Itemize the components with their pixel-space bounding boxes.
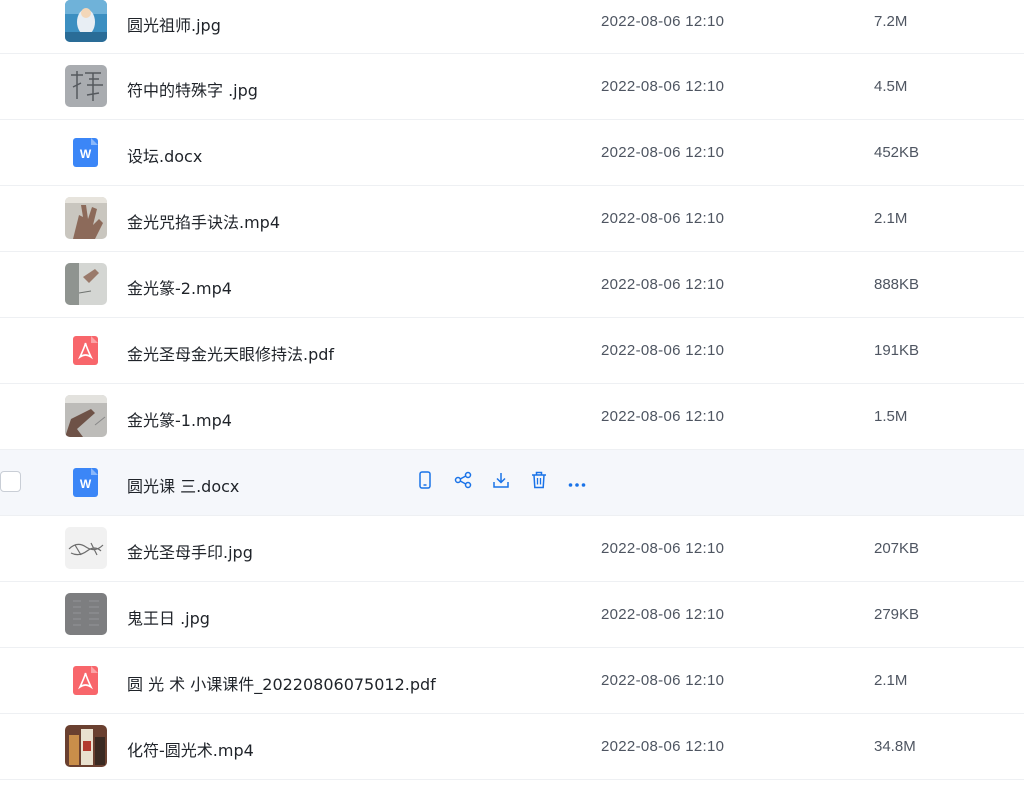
download-icon [492,471,510,493]
pdf-file-icon [73,336,98,365]
file-row[interactable]: 圆 光 术 小课课件_20220806075012.pdf 2022-08-06 … [0,648,1024,714]
trash-icon [531,471,547,493]
more-icon [568,473,586,492]
file-name[interactable]: 金光篆-2.mp4 [127,275,232,299]
file-row[interactable]: W 圆光课 三.docx [0,450,1024,516]
video-thumbnail [65,263,107,305]
file-size: 279KB [874,606,920,623]
trash-button[interactable] [527,470,551,494]
file-modified-date: 2022-08-06 12:10 [601,606,725,623]
file-size: 34.8M [874,738,916,755]
file-name[interactable]: 鬼王日 .jpg [127,605,210,629]
file-row[interactable]: 化符-圆光术.mp4 2022-08-06 12:10 34.8M [0,714,1024,780]
file-modified-date: 2022-08-06 12:10 [601,408,725,425]
file-name[interactable]: 金光篆-1.mp4 [127,407,232,431]
file-size: 888KB [874,276,920,293]
file-row[interactable]: W 设坛.docx 2022-08-06 12:10 452KB [0,120,1024,186]
file-name[interactable]: 设坛.docx [127,143,202,167]
image-thumbnail [65,593,107,635]
word-file-icon: W [73,468,98,497]
file-row[interactable]: 金光篆-2.mp4 2022-08-06 12:10 888KB [0,252,1024,318]
file-size: 1.5M [874,408,908,425]
file-row[interactable]: 金光咒掐手诀法.mp4 2022-08-06 12:10 2.1M [0,186,1024,252]
file-size: 452KB [874,144,920,161]
file-row[interactable]: 金光圣母手印.jpg 2022-08-06 12:10 207KB [0,516,1024,582]
image-thumbnail [65,527,107,569]
file-name[interactable]: 化符-圆光术.mp4 [127,737,254,761]
file-modified-date: 2022-08-06 12:10 [601,13,725,30]
video-thumbnail [65,395,107,437]
video-thumbnail [65,197,107,239]
file-size: 2.1M [874,672,908,689]
row-checkbox[interactable] [0,471,21,492]
file-size: 191KB [874,342,920,359]
file-modified-date: 2022-08-06 12:10 [601,144,725,161]
svg-text:W: W [80,147,92,161]
download-button[interactable] [489,470,513,494]
phone-icon [417,471,433,493]
file-name[interactable]: 圆 光 术 小课课件_20220806075012.pdf [127,671,436,695]
file-modified-date: 2022-08-06 12:10 [601,342,725,359]
image-thumbnail [65,0,107,42]
file-name[interactable]: 金光咒掐手诀法.mp4 [127,209,280,233]
file-modified-date: 2022-08-06 12:10 [601,78,725,95]
file-name[interactable]: 符中的特殊字 .jpg [127,77,258,101]
file-size: 4.5M [874,78,908,95]
file-name[interactable]: 金光圣母金光天眼修持法.pdf [127,341,334,365]
phone-button[interactable] [413,470,437,494]
word-file-icon: W [73,138,98,167]
file-name[interactable]: 圆光祖师.jpg [127,12,221,36]
svg-text:W: W [80,477,92,491]
pdf-file-icon [73,666,98,695]
more-button[interactable] [565,470,589,494]
file-modified-date: 2022-08-06 12:10 [601,210,725,227]
file-row[interactable]: 符中的特殊字 .jpg 2022-08-06 12:10 4.5M [0,54,1024,120]
row-actions [413,470,589,494]
file-modified-date: 2022-08-06 12:10 [601,276,725,293]
file-modified-date: 2022-08-06 12:10 [601,540,725,557]
image-thumbnail [65,65,107,107]
file-row[interactable]: 鬼王日 .jpg 2022-08-06 12:10 279KB [0,582,1024,648]
file-size: 207KB [874,540,920,557]
file-name[interactable]: 圆光课 三.docx [127,473,239,497]
share-icon [454,471,472,493]
file-name[interactable]: 金光圣母手印.jpg [127,539,253,563]
file-modified-date: 2022-08-06 12:10 [601,672,725,689]
file-row[interactable]: 金光圣母金光天眼修持法.pdf 2022-08-06 12:10 191KB [0,318,1024,384]
share-button[interactable] [451,470,475,494]
file-modified-date: 2022-08-06 12:10 [601,738,725,755]
file-size: 7.2M [874,13,908,30]
file-row[interactable]: 金光篆-1.mp4 2022-08-06 12:10 1.5M [0,384,1024,450]
file-size: 2.1M [874,210,908,227]
video-thumbnail [65,725,107,767]
file-list: 圆光祖师.jpg 2022-08-06 12:10 7.2M 符中的特殊字 .jpg 2… [0,0,1024,780]
file-row[interactable]: 圆光祖师.jpg 2022-08-06 12:10 7.2M [0,0,1024,54]
